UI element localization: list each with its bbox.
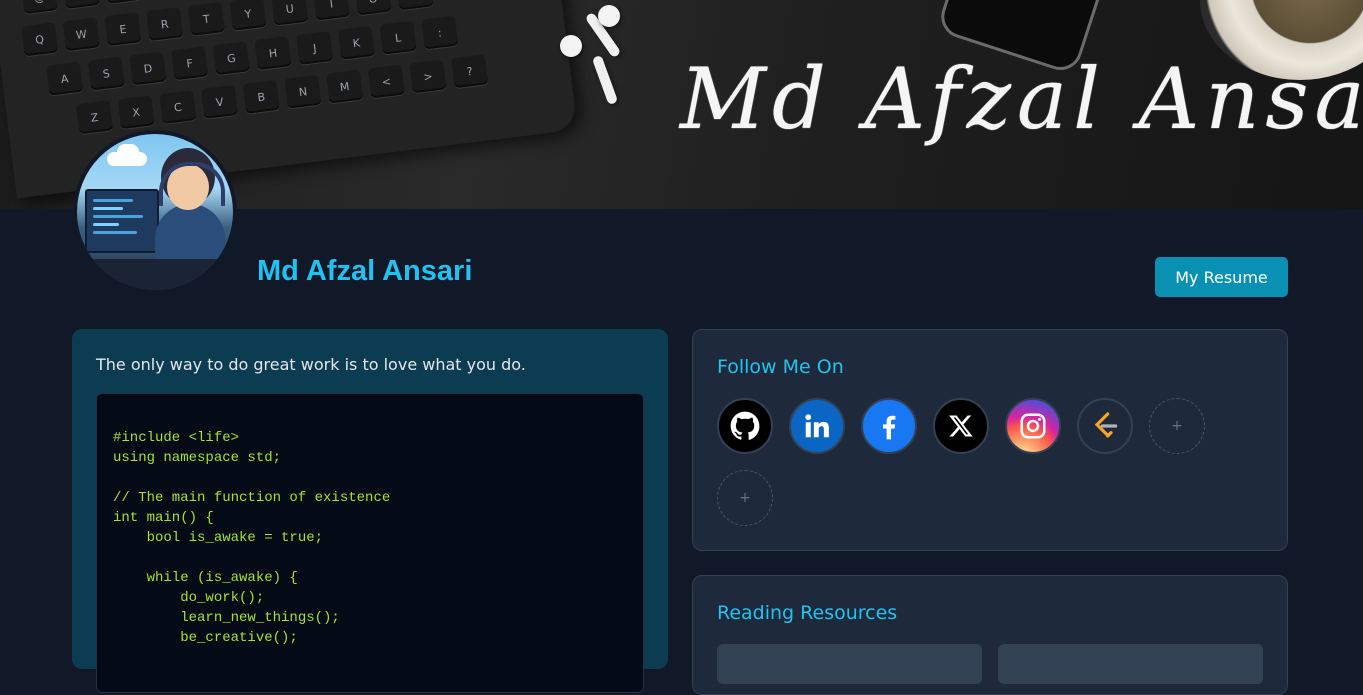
code-line: #include <life> [113, 430, 240, 446]
keyboard-key: G [212, 41, 251, 76]
keyboard-key: S [87, 56, 125, 91]
keyboard-key: W [62, 17, 100, 52]
x-link[interactable] [933, 398, 989, 454]
my-resume-button[interactable]: My Resume [1155, 257, 1288, 297]
facebook-link[interactable] [861, 398, 917, 454]
quote-card: The only way to do great work is to love… [72, 329, 668, 693]
keyboard-key: Z [75, 100, 114, 135]
leetcode-link[interactable] [1077, 398, 1133, 454]
keyboard-key: X [117, 95, 155, 130]
reading-title: Reading Resources [717, 602, 898, 624]
avatar [73, 130, 237, 294]
banner-script-name: Md Afzal Ansari [680, 50, 1363, 148]
follow-title: Follow Me On [717, 356, 844, 378]
keyboard-key: I [312, 0, 351, 21]
add-social-button[interactable]: + [717, 470, 773, 526]
linkedin-icon [805, 414, 829, 438]
keyboard-key: < [367, 64, 406, 99]
airpod-image [591, 54, 619, 106]
keyboard-key: $ [104, 0, 142, 4]
keyboard-key: P [396, 0, 434, 11]
keyboard-key: L [379, 20, 417, 55]
keyboard-key: J [295, 30, 334, 65]
keyboard-key: K [337, 25, 376, 60]
keyboard-key: R [145, 7, 184, 42]
keyboard-key: O [354, 0, 392, 16]
keyboard-key: @ [20, 0, 59, 15]
code-line: // The main function of existence [113, 490, 391, 506]
airpod-image [598, 5, 620, 27]
x-icon [949, 415, 973, 437]
instagram-link[interactable] [1005, 398, 1061, 454]
code-line: do_work(); [113, 590, 265, 606]
code-line: int main() { [113, 510, 214, 526]
keyboard-key: A [45, 61, 84, 96]
follow-card: Follow Me On + + [692, 329, 1288, 551]
code-line: be_creative(); [113, 630, 298, 646]
code-line: bool is_awake = true; [113, 530, 324, 546]
keyboard-key: F [170, 46, 209, 81]
keyboard-key: N [284, 74, 322, 109]
quote-text: The only way to do great work is to love… [96, 355, 526, 374]
resource-tile[interactable] [717, 644, 982, 684]
code-block: #include <life> using namespace std; // … [96, 393, 644, 693]
keyboard-key: H [254, 36, 292, 71]
linkedin-link[interactable] [789, 398, 845, 454]
instagram-icon [1020, 413, 1046, 439]
keyboard-key: > [409, 59, 447, 94]
airpod-image [560, 35, 582, 57]
code-line: using namespace std; [113, 450, 282, 466]
resource-tile[interactable] [998, 644, 1263, 684]
keyboard-key: M [325, 69, 364, 104]
keyboard-key: ? [450, 54, 489, 89]
keyboard-key: E [104, 12, 142, 47]
keyboard-key: U [271, 0, 309, 26]
reading-resources-card: Reading Resources [692, 575, 1288, 695]
profile-name: Md Afzal Ansari [257, 255, 473, 287]
keyboard-key: D [129, 51, 167, 86]
keyboard-key: # [62, 0, 100, 9]
keyboard-key: C [159, 90, 197, 125]
keyboard-key: B [242, 79, 280, 114]
github-link[interactable] [717, 398, 773, 454]
keyboard-key: : [421, 15, 459, 50]
leetcode-icon [1094, 412, 1118, 438]
add-social-button[interactable]: + [1149, 398, 1205, 454]
code-line: while (is_awake) { [113, 570, 298, 586]
keyboard-key: T [187, 1, 226, 36]
keyboard-key: Y [229, 0, 267, 31]
keyboard-key: Q [20, 22, 59, 57]
github-icon [730, 411, 760, 440]
keyboard-key: V [200, 84, 239, 119]
facebook-icon [883, 415, 896, 440]
code-line: learn_new_things(); [113, 610, 340, 626]
